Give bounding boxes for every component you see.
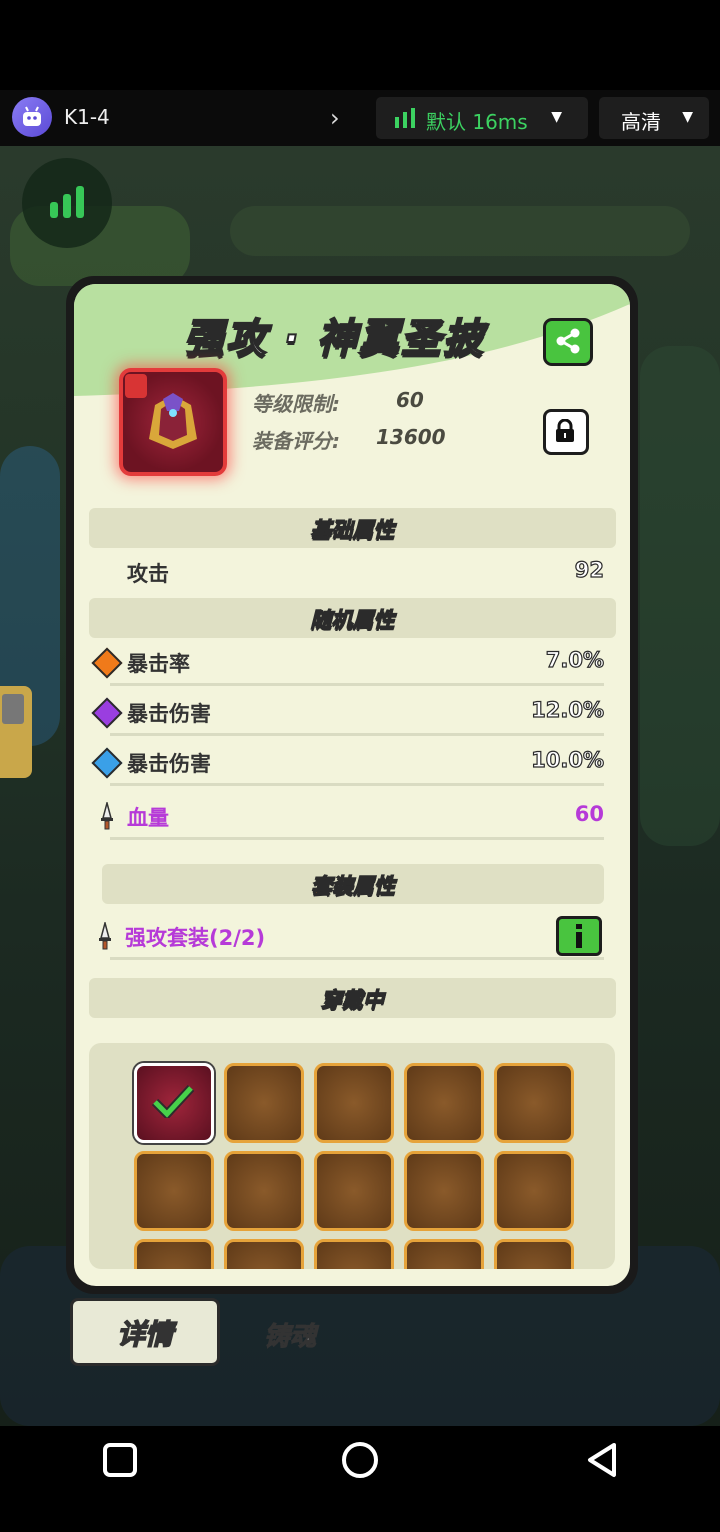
attr-row: 暴击伤害 10.0% xyxy=(91,742,605,786)
section-random-attrs: 随机属性 xyxy=(89,598,616,638)
network-selector[interactable]: 默认 16ms ▼ xyxy=(376,97,588,139)
set-row: 强攻套装(2/2) xyxy=(96,916,604,960)
equipment-slot[interactable] xyxy=(494,1063,574,1143)
signal-bars-icon xyxy=(50,186,84,218)
network-label: 默认 16ms xyxy=(426,110,528,134)
attr-row: 暴击伤害 12.0% xyxy=(91,692,605,736)
attr-label: 暴击伤害 xyxy=(127,752,211,776)
equipment-slot[interactable] xyxy=(314,1151,394,1231)
share-icon xyxy=(556,328,580,354)
set-label: 强攻套装(2/2) xyxy=(125,926,266,950)
room-name: K1-4 xyxy=(64,105,110,129)
home-icon[interactable] xyxy=(340,1440,380,1480)
equipment-slot[interactable] xyxy=(224,1151,304,1231)
attr-row: 暴击率 7.0% xyxy=(91,642,605,686)
info-icon xyxy=(576,924,582,948)
chevron-down-icon: ▼ xyxy=(682,109,693,125)
equipment-slot[interactable] xyxy=(404,1239,484,1269)
section-set-attrs: 套装属性 xyxy=(102,864,604,904)
tab-label: 详情 xyxy=(116,1317,174,1352)
section-title: 穿戴中 xyxy=(320,987,384,1012)
level-value: 60 xyxy=(396,388,424,412)
equipment-slot[interactable] xyxy=(404,1151,484,1231)
checkmark-icon xyxy=(151,1084,195,1118)
attr-row: 血量 60 xyxy=(96,796,604,840)
level-label: 等级限制: xyxy=(252,392,340,416)
cloak-icon xyxy=(149,393,197,449)
side-device xyxy=(0,686,32,778)
score-label: 装备评分: xyxy=(252,429,340,453)
attr-value: 12.0% xyxy=(531,697,605,722)
lock-button[interactable] xyxy=(543,409,589,455)
equipment-slot[interactable] xyxy=(314,1239,394,1269)
equipment-grid xyxy=(89,1043,615,1269)
item-name: 强攻 · 神翼圣披 xyxy=(183,315,486,363)
orange-gem-icon xyxy=(91,647,123,679)
score-value: 13600 xyxy=(376,425,446,449)
share-button[interactable] xyxy=(543,318,593,366)
chevron-down-icon: ▼ xyxy=(551,109,562,125)
section-equipped: 穿戴中 xyxy=(89,978,616,1018)
android-icon xyxy=(23,106,41,126)
equipment-slot[interactable] xyxy=(224,1063,304,1143)
item-icon xyxy=(119,368,227,476)
tab-details[interactable]: 详情 xyxy=(70,1298,220,1366)
attr-value: 92 xyxy=(574,557,604,582)
attr-value: 10.0% xyxy=(531,747,605,772)
quality-selector[interactable]: 高清 ▼ xyxy=(599,97,709,139)
quality-label: 高清 xyxy=(621,110,661,134)
equipment-slot[interactable] xyxy=(494,1239,574,1269)
section-title: 基础属性 xyxy=(310,517,395,542)
equipment-slot[interactable] xyxy=(134,1151,214,1231)
equipment-slot[interactable] xyxy=(134,1239,214,1269)
back-icon[interactable] xyxy=(584,1441,620,1479)
attr-label: 暴击伤害 xyxy=(127,702,211,726)
recent-apps-icon[interactable] xyxy=(102,1442,138,1478)
lock-icon xyxy=(556,419,574,442)
section-title: 套装属性 xyxy=(310,873,395,898)
equipment-slot[interactable] xyxy=(404,1063,484,1143)
sword-icon xyxy=(99,922,111,950)
attr-label: 暴击率 xyxy=(127,652,190,676)
attr-row: 攻击 92 xyxy=(96,552,605,596)
section-title: 随机属性 xyxy=(310,607,395,632)
info-button[interactable] xyxy=(556,916,602,956)
sword-icon xyxy=(101,802,113,830)
attr-value: 7.0% xyxy=(545,647,604,672)
attr-label: 攻击 xyxy=(127,562,169,586)
attr-label: 血量 xyxy=(127,806,169,830)
section-base-attrs: 基础属性 xyxy=(89,508,616,548)
equipment-slot[interactable] xyxy=(314,1063,394,1143)
purple-gem-icon xyxy=(91,697,123,729)
equipment-slot[interactable] xyxy=(224,1239,304,1269)
equipment-slot-selected[interactable] xyxy=(134,1063,214,1143)
navigation-bar xyxy=(0,1426,720,1532)
signal-button[interactable] xyxy=(22,158,112,248)
signal-icon xyxy=(395,108,415,128)
equipment-slot[interactable] xyxy=(494,1151,574,1231)
tab-soul[interactable]: 铸魂 xyxy=(263,1316,316,1353)
attr-value: 60 xyxy=(574,802,604,826)
app-avatar[interactable] xyxy=(12,97,52,137)
chevron-right-icon[interactable]: › xyxy=(330,104,340,132)
blue-gem-icon xyxy=(91,747,123,779)
